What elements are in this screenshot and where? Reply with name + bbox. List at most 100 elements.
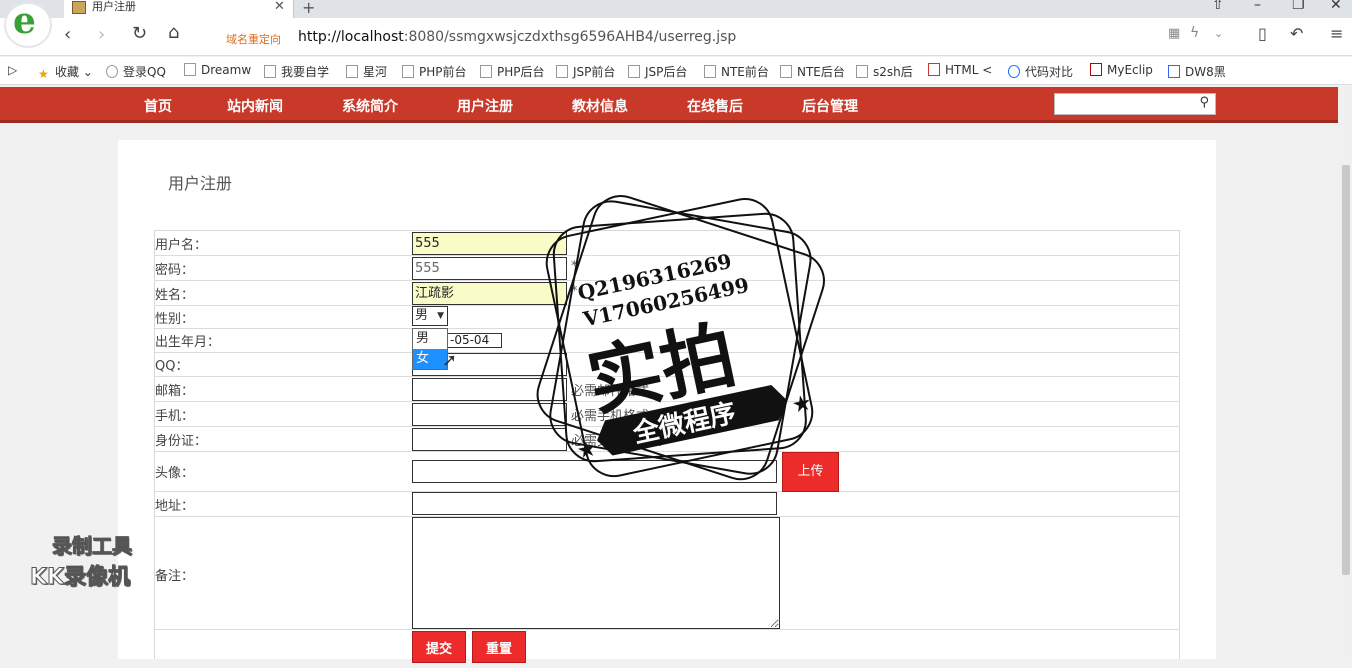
forward-icon[interactable]: › xyxy=(98,24,105,45)
row-divider xyxy=(154,280,1180,281)
bookmark-item[interactable]: HTML < xyxy=(928,63,992,77)
row-divider xyxy=(154,376,1180,377)
reset-button[interactable]: 重置 xyxy=(472,631,526,663)
recorder-watermark: 录制工具 KK录像机 xyxy=(30,530,133,591)
label-name: 姓名： xyxy=(155,288,195,303)
bookmark-item[interactable]: Dreamw xyxy=(184,63,251,77)
label-gender: 性别： xyxy=(155,312,195,327)
restore-icon[interactable]: ❐ xyxy=(1292,0,1305,13)
sidebar-toggle-icon[interactable]: ▷ xyxy=(8,63,17,77)
label-avatar: 头像： xyxy=(155,466,195,481)
close-tab-icon[interactable]: ✕ xyxy=(274,0,285,14)
watermark-line-2: KK录像机 xyxy=(30,565,131,591)
bookmark-item[interactable]: DW8黑 xyxy=(1168,63,1226,80)
scrollbar-thumb[interactable] xyxy=(1342,165,1350,575)
label-address: 地址： xyxy=(155,499,195,514)
pin-icon[interactable]: ⇧ xyxy=(1212,0,1224,13)
idcard-input[interactable] xyxy=(412,428,567,451)
bookmark-item[interactable]: JSP后台 xyxy=(628,63,687,80)
row-divider xyxy=(154,352,1180,353)
bookmark-item[interactable]: PHP后台 xyxy=(480,63,545,80)
name-input[interactable]: 江疏影 xyxy=(412,282,567,305)
undo-icon[interactable]: ↶ xyxy=(1290,24,1303,43)
bookmark-item[interactable]: ★ 收藏 ⌄ xyxy=(38,63,93,81)
bookmark-item[interactable]: 我要自学 xyxy=(264,63,329,80)
row-divider xyxy=(154,255,1180,256)
label-idcard: 身份证： xyxy=(155,434,208,449)
bookmark-item[interactable]: PHP前台 xyxy=(402,63,467,80)
nav-intro[interactable]: 系统简介 xyxy=(342,96,398,116)
site-search-input[interactable]: ⚲ xyxy=(1054,93,1216,115)
username-input[interactable]: 555 xyxy=(412,232,567,255)
row-divider xyxy=(154,401,1180,402)
gender-select[interactable]: 男 ▼ xyxy=(412,306,448,326)
reading-icon[interactable]: ▯ xyxy=(1258,24,1267,43)
bookmark-item[interactable]: NTE后台 xyxy=(780,63,845,80)
label-birth: 出生年月： xyxy=(155,335,221,350)
back-icon[interactable]: ‹ xyxy=(64,24,71,45)
remark-textarea[interactable] xyxy=(412,517,780,629)
name-required-mark: * xyxy=(571,284,578,299)
row-divider xyxy=(154,328,1180,329)
nav-admin[interactable]: 后台管理 xyxy=(802,96,858,116)
row-divider xyxy=(154,629,1180,630)
idcard-hint: 必需身份证格式 xyxy=(571,434,663,449)
bookmarks-bar: ▷ ★ 收藏 ⌄ 登录QQ Dreamw 我要自学 星河 PHP前台 PHP后台 … xyxy=(0,57,1352,85)
bookmark-item[interactable]: 登录QQ xyxy=(106,63,166,80)
nav-textbooks[interactable]: 教材信息 xyxy=(572,96,628,116)
redirect-label: 域名重定向 xyxy=(226,33,281,46)
email-hint: 必需邮件格式 xyxy=(571,384,650,399)
page-favicon-icon xyxy=(72,1,86,14)
label-username: 用户名： xyxy=(155,238,208,253)
label-password: 密码： xyxy=(155,263,195,278)
phone-hint: 必需手机格式 xyxy=(571,409,650,424)
browser-tab[interactable]: 用户注册 ✕ xyxy=(64,0,294,18)
row-divider xyxy=(154,305,1180,306)
grid-icon[interactable]: ▦ xyxy=(1168,26,1180,41)
birth-input[interactable]: -05-04 xyxy=(447,333,502,348)
nav-register[interactable]: 用户注册 xyxy=(457,96,513,116)
bookmark-item[interactable]: s2sh后 xyxy=(856,63,913,80)
bookmark-item[interactable]: 代码对比 xyxy=(1008,63,1073,80)
address-url[interactable]: http://localhost:8080/ssmgxwsjczdxthsg65… xyxy=(298,29,736,45)
mouse-cursor-icon: ➚ xyxy=(442,350,458,371)
close-window-icon[interactable]: ✕ xyxy=(1330,0,1342,13)
password-input[interactable]: 555 xyxy=(412,257,567,280)
new-tab-icon[interactable]: + xyxy=(302,0,315,17)
reload-icon[interactable]: ↻ xyxy=(132,23,147,44)
bookmark-item[interactable]: NTE前台 xyxy=(704,63,769,80)
avatar-path-input[interactable] xyxy=(412,460,777,483)
phone-input[interactable] xyxy=(412,403,567,426)
minimize-icon[interactable]: – xyxy=(1254,0,1261,13)
bookmark-item[interactable]: JSP前台 xyxy=(556,63,615,80)
chevron-down-icon: ▼ xyxy=(437,311,444,321)
tab-bar: 用户注册 ✕ + ⇧ – ❐ ✕ xyxy=(0,0,1352,18)
gender-option-male[interactable]: 男 xyxy=(413,329,447,349)
browser-logo: e xyxy=(4,0,52,48)
address-toolbar: ‹ › ↻ ⌂ 域名重定向 http://localhost:8080/ssmg… xyxy=(0,18,1352,56)
lightning-icon[interactable]: ϟ xyxy=(1190,25,1199,41)
chevron-down-icon[interactable]: ⌄ xyxy=(1214,27,1223,40)
upload-button[interactable]: 上传 xyxy=(782,452,839,492)
label-phone: 手机： xyxy=(155,409,195,424)
label-remark: 备注： xyxy=(155,569,195,584)
submit-button[interactable]: 提交 xyxy=(412,631,466,663)
address-input[interactable] xyxy=(412,492,777,515)
password-required-mark: * xyxy=(571,259,578,274)
page-scrollbar[interactable] xyxy=(1338,87,1352,659)
bookmark-item[interactable]: MyEclip xyxy=(1090,63,1153,77)
watermark-line-1: 录制工具 xyxy=(52,534,133,559)
nav-after-sales[interactable]: 在线售后 xyxy=(687,96,743,116)
row-divider xyxy=(154,426,1180,427)
page-title: 用户注册 xyxy=(168,174,233,193)
home-icon[interactable]: ⌂ xyxy=(168,22,179,43)
bookmark-item[interactable]: 星河 xyxy=(346,63,387,80)
nav-news[interactable]: 站内新闻 xyxy=(227,96,283,116)
site-nav: 首页 站内新闻 系统简介 用户注册 教材信息 在线售后 后台管理 ⚲ xyxy=(0,87,1338,123)
label-email: 邮箱： xyxy=(155,384,195,399)
email-input[interactable] xyxy=(412,378,567,401)
menu-icon[interactable]: ≡ xyxy=(1330,24,1343,43)
search-icon[interactable]: ⚲ xyxy=(1199,95,1209,110)
nav-home[interactable]: 首页 xyxy=(144,96,172,116)
tab-title: 用户注册 xyxy=(92,0,136,13)
